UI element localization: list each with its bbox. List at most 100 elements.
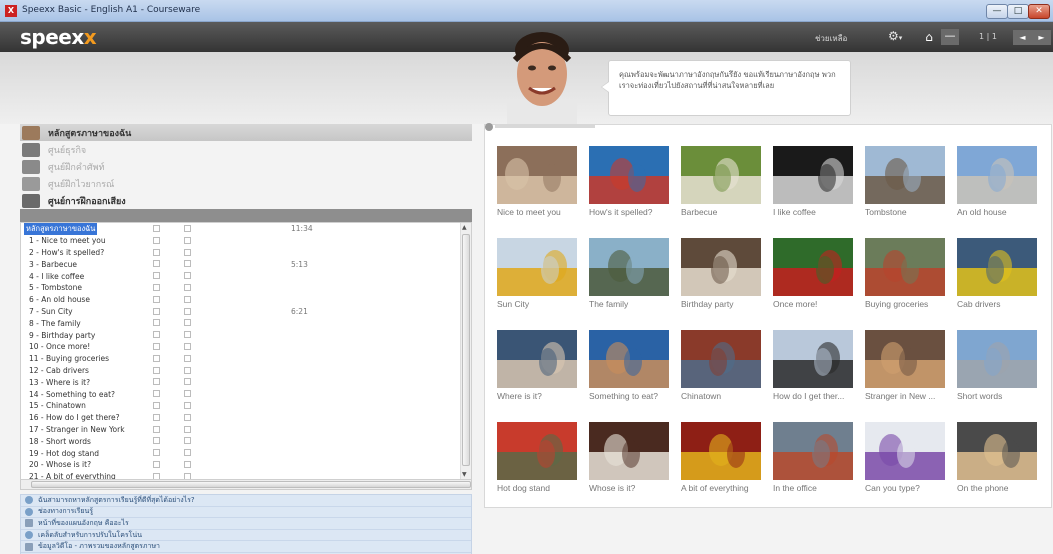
section-4[interactable]: ศูนย์ฝึกไวยากรณ์ — [20, 175, 472, 192]
section-2[interactable]: ศูนย์ธุรกิจ — [20, 141, 472, 158]
unit-tile[interactable]: I like coffee — [773, 146, 853, 224]
unit-thumbnail[interactable] — [589, 422, 669, 480]
completed-checkbox[interactable] — [153, 425, 160, 433]
unit-caption[interactable]: Tombstone — [865, 207, 945, 217]
completed-checkbox[interactable] — [153, 236, 160, 244]
scroll-down-icon[interactable]: ▼ — [462, 471, 467, 478]
previous-page-button[interactable]: ◄ — [1019, 30, 1025, 45]
completed-checkbox[interactable] — [153, 449, 160, 457]
unit-tile[interactable]: Buying groceries — [865, 238, 945, 316]
unit-caption[interactable]: Can you type? — [865, 483, 945, 493]
unit-tile[interactable]: How's it spelled? — [589, 146, 669, 224]
scrollbar-thumb[interactable] — [462, 234, 470, 466]
scroll-up-icon[interactable]: ▲ — [462, 224, 467, 231]
completed-checkbox[interactable] — [153, 354, 160, 362]
unit-caption[interactable]: A bit of everything — [681, 483, 761, 493]
tree-row[interactable]: 17 - Stranger in New York — [21, 424, 471, 436]
tested-checkbox[interactable] — [184, 248, 191, 256]
unit-caption[interactable]: Barbecue — [681, 207, 761, 217]
tree-row[interactable]: 9 - Birthday party — [21, 329, 471, 341]
tree-row[interactable]: 3 - Barbecue 5:13 — [21, 258, 471, 270]
unit-thumbnail[interactable] — [589, 146, 669, 204]
completed-checkbox[interactable] — [153, 272, 160, 280]
unit-caption[interactable]: Nice to meet you — [497, 207, 577, 217]
completed-checkbox[interactable] — [153, 307, 160, 315]
tested-checkbox[interactable] — [184, 413, 191, 421]
unit-thumbnail[interactable] — [865, 330, 945, 388]
unit-tile[interactable]: Where is it? — [497, 330, 577, 408]
tested-checkbox[interactable] — [184, 283, 191, 291]
unit-thumbnail[interactable] — [497, 238, 577, 296]
completed-checkbox[interactable] — [153, 390, 160, 398]
unit-tile[interactable]: On the phone — [957, 422, 1037, 500]
unit-caption[interactable]: Short words — [957, 391, 1037, 401]
completed-checkbox[interactable] — [153, 401, 160, 409]
tree-vertical-scrollbar[interactable]: ▲ ▼ — [460, 223, 471, 479]
unit-caption[interactable]: How do I get ther... — [773, 391, 853, 401]
unit-caption[interactable]: How's it spelled? — [589, 207, 669, 217]
tree-row[interactable]: 12 - Cab drivers — [21, 365, 471, 377]
tested-checkbox[interactable] — [184, 472, 191, 479]
unit-caption[interactable]: An old house — [957, 207, 1037, 217]
unit-thumbnail[interactable] — [589, 238, 669, 296]
section-3[interactable]: ศูนย์ฝึกคำศัพท์ — [20, 158, 472, 175]
horizontal-scrollbar-thumb[interactable] — [31, 481, 471, 488]
unit-thumbnail[interactable] — [957, 146, 1037, 204]
tested-checkbox[interactable] — [184, 260, 191, 268]
collapse-button[interactable]: — — [941, 29, 959, 45]
section-1[interactable]: หลักสูตรภาษาของฉัน — [20, 124, 472, 141]
unit-tile[interactable]: In the office — [773, 422, 853, 500]
maximize-button[interactable]: □ — [1007, 4, 1029, 19]
tree-row[interactable]: 1 - Nice to meet you — [21, 235, 471, 247]
unit-tile[interactable]: Whose is it? — [589, 422, 669, 500]
tested-checkbox[interactable] — [184, 401, 191, 409]
unit-thumbnail[interactable] — [957, 330, 1037, 388]
unit-thumbnail[interactable] — [589, 330, 669, 388]
unit-tile[interactable]: Birthday party — [681, 238, 761, 316]
unit-thumbnail[interactable] — [865, 422, 945, 480]
tree-row[interactable]: 5 - Tombstone — [21, 282, 471, 294]
completed-checkbox[interactable] — [153, 225, 160, 232]
unit-caption[interactable]: I like coffee — [773, 207, 853, 217]
tree-row[interactable]: 8 - The family — [21, 317, 471, 329]
unit-thumbnail[interactable] — [681, 238, 761, 296]
unit-caption[interactable]: Whose is it? — [589, 483, 669, 493]
tested-checkbox[interactable] — [184, 354, 191, 362]
unit-caption[interactable]: Something to eat? — [589, 391, 669, 401]
tested-checkbox[interactable] — [184, 378, 191, 386]
unit-caption[interactable]: Cab drivers — [957, 299, 1037, 309]
help-topic-item[interactable]: ฉันสามารถหาหลักสูตรการเรียนรู้ที่ดีที่สุ… — [21, 495, 471, 507]
unit-tile[interactable]: Short words — [957, 330, 1037, 408]
unit-tile[interactable]: Cab drivers — [957, 238, 1037, 316]
section-5[interactable]: ศูนย์การฝึกออกเสียง — [20, 192, 472, 209]
unit-caption[interactable]: Hot dog stand — [497, 483, 577, 493]
unit-tile[interactable]: The family — [589, 238, 669, 316]
completed-checkbox[interactable] — [153, 342, 160, 350]
unit-caption[interactable]: Chinatown — [681, 391, 761, 401]
minimize-button[interactable]: — — [986, 4, 1008, 19]
tested-checkbox[interactable] — [184, 331, 191, 339]
completed-checkbox[interactable] — [153, 472, 160, 479]
unit-caption[interactable]: Sun City — [497, 299, 577, 309]
tree-row[interactable]: 21 - A bit of everything — [21, 471, 471, 479]
tested-checkbox[interactable] — [184, 225, 191, 232]
completed-checkbox[interactable] — [153, 437, 160, 445]
unit-thumbnail[interactable] — [497, 422, 577, 480]
completed-checkbox[interactable] — [153, 413, 160, 421]
tree-horizontal-scrollbar[interactable] — [20, 480, 472, 490]
unit-thumbnail[interactable] — [681, 146, 761, 204]
tree-row[interactable]: 7 - Sun City 6:21 — [21, 306, 471, 318]
help-topic-item[interactable]: หน้าที่ของแผนอังกฤษ คืออะไร — [21, 518, 471, 530]
completed-checkbox[interactable] — [153, 378, 160, 386]
tree-row[interactable]: 15 - Chinatown — [21, 400, 471, 412]
completed-checkbox[interactable] — [153, 460, 160, 468]
unit-tile[interactable]: How do I get ther... — [773, 330, 853, 408]
unit-thumbnail[interactable] — [865, 146, 945, 204]
unit-thumbnail[interactable] — [497, 146, 577, 204]
tree-row[interactable]: 20 - Whose is it? — [21, 459, 471, 471]
tested-checkbox[interactable] — [184, 449, 191, 457]
tested-checkbox[interactable] — [184, 390, 191, 398]
completed-checkbox[interactable] — [153, 366, 160, 374]
tree-root-row[interactable]: หลักสูตรภาษาของฉัน 11:34 — [21, 223, 471, 235]
unit-tile[interactable]: Once more! — [773, 238, 853, 316]
